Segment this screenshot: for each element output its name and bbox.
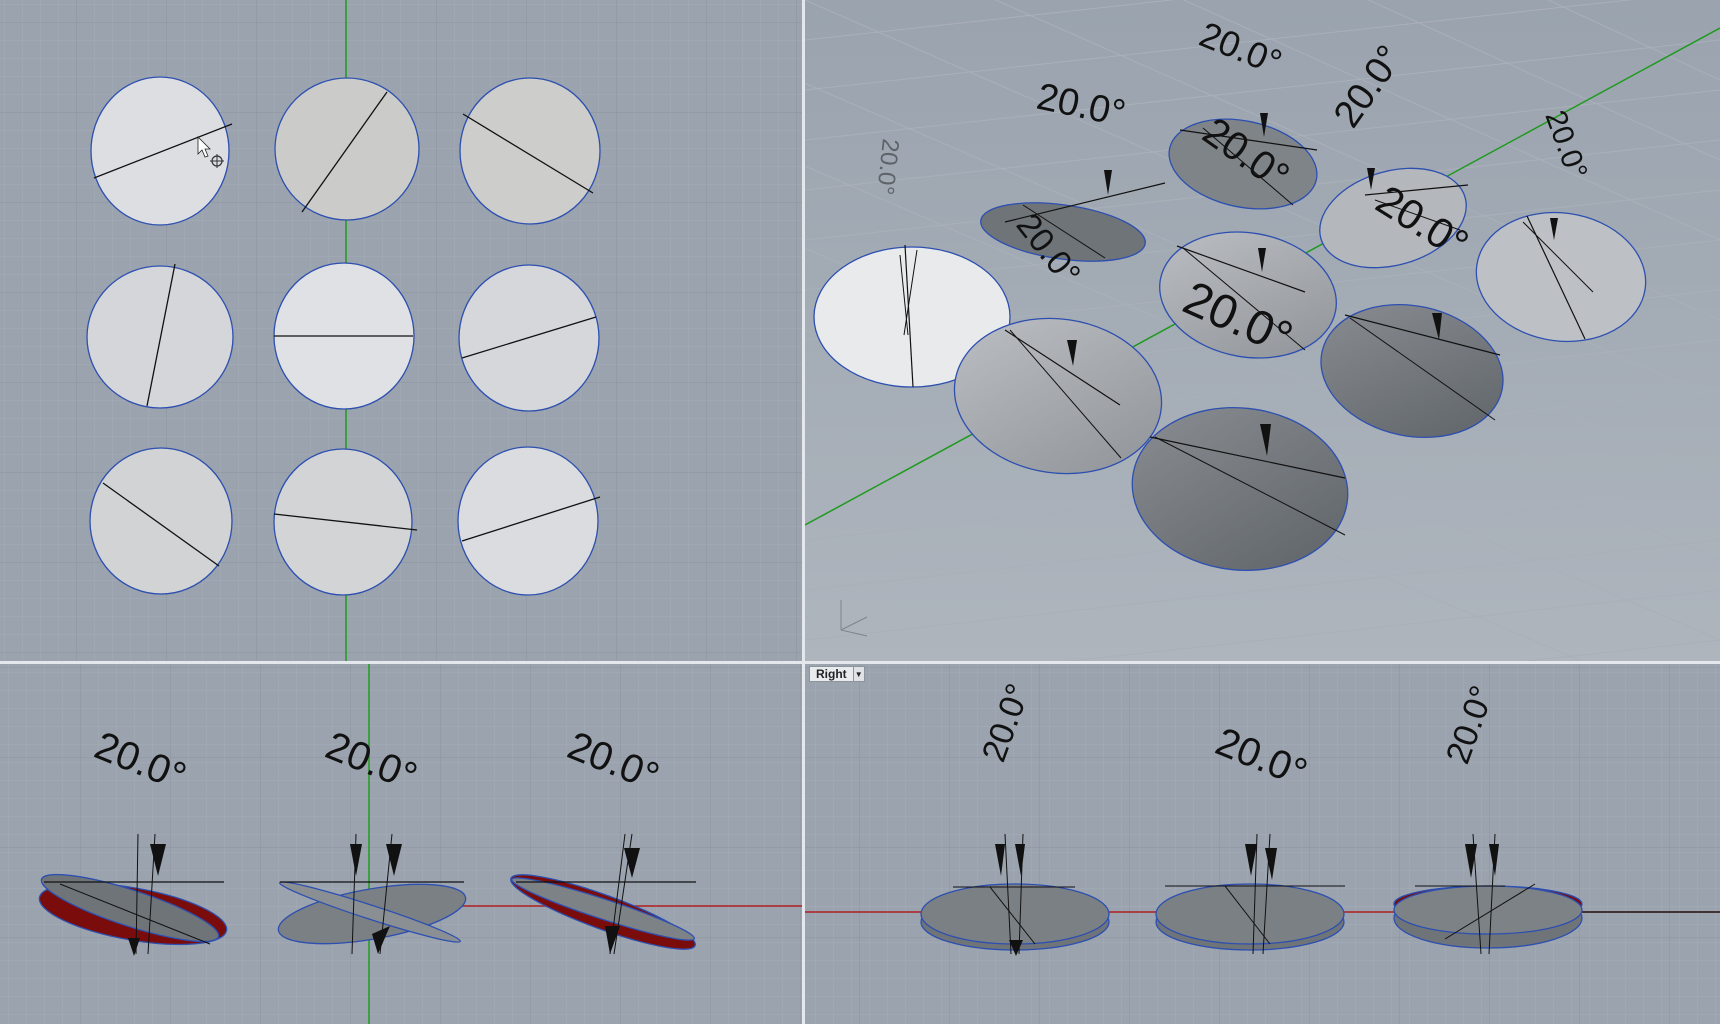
viewport-divider-vertical[interactable] bbox=[802, 0, 805, 1024]
disc-r2c2[interactable] bbox=[273, 262, 415, 410]
disc-r1c3[interactable] bbox=[459, 77, 601, 225]
viewport-top[interactable] bbox=[0, 0, 803, 661]
disc-r3c1[interactable] bbox=[89, 447, 233, 595]
top-canvas[interactable] bbox=[0, 0, 803, 661]
viewport-menu-dropdown-icon[interactable]: ▼ bbox=[853, 666, 865, 682]
perspective-canvas[interactable]: 20.0° 20.0° 20.0° 20.0° 20.0° 20.0° 20.0… bbox=[805, 0, 1720, 661]
viewport-name-label[interactable]: Right bbox=[809, 666, 854, 682]
disc-r3c3[interactable] bbox=[457, 446, 601, 596]
right-canvas[interactable]: 20.0° 20.0° 20.0° bbox=[805, 664, 1720, 1024]
viewport-title-right[interactable]: Right ▼ bbox=[809, 666, 865, 682]
disc-r2c1[interactable] bbox=[86, 263, 234, 409]
viewport-front[interactable]: 20.0° 20.0° 20.0° bbox=[0, 664, 803, 1024]
disc-r1c2[interactable] bbox=[274, 77, 420, 221]
viewport-divider-horizontal[interactable] bbox=[0, 661, 1720, 664]
viewport-right[interactable]: 20.0° 20.0° 20.0° Right ▼ bbox=[805, 664, 1720, 1024]
front-canvas[interactable]: 20.0° 20.0° 20.0° bbox=[0, 664, 803, 1024]
viewport-perspective[interactable]: 20.0° 20.0° 20.0° 20.0° 20.0° 20.0° 20.0… bbox=[805, 0, 1720, 661]
disc-r2c3[interactable] bbox=[458, 264, 600, 412]
